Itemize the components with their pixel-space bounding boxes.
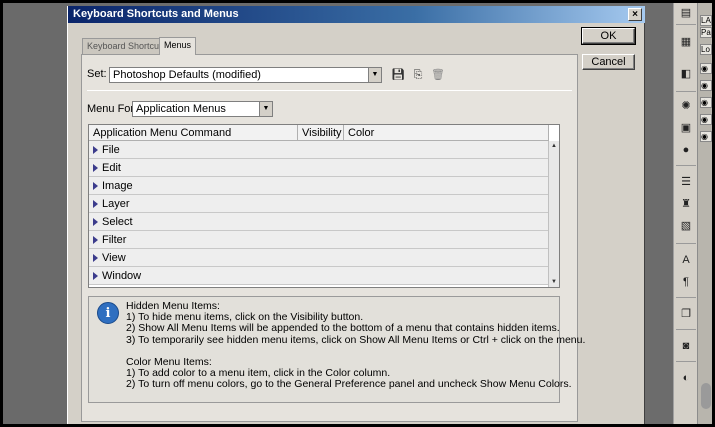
visibility-eye-icon[interactable]: ◉ xyxy=(700,80,712,91)
keyboard-shortcuts-dialog: Keyboard Shortcuts and Menus × Keyboard … xyxy=(67,6,645,427)
chevron-down-icon: ▼ xyxy=(368,68,381,82)
set-label: Set: xyxy=(87,68,107,80)
dialog-title: Keyboard Shortcuts and Menus xyxy=(73,8,239,20)
expand-triangle-icon[interactable] xyxy=(93,200,98,208)
info-box: i Hidden Menu Items: 1) To hide menu ite… xyxy=(88,296,585,403)
background-left xyxy=(3,3,67,424)
table-row[interactable]: View xyxy=(89,249,549,267)
menu-for-select-value: Application Menus xyxy=(136,103,226,115)
table-row[interactable]: Filter xyxy=(89,231,549,249)
paragraph-icon[interactable]: ¶ xyxy=(678,275,694,289)
table-row[interactable]: Image xyxy=(89,177,549,195)
panel-tab-label[interactable]: Lo xyxy=(700,44,712,55)
image-icon[interactable]: ▣ xyxy=(678,121,694,135)
adjustments-icon[interactable]: ✺ xyxy=(678,99,694,113)
menu-for-label: Menu For: xyxy=(87,103,138,115)
toolbar-divider xyxy=(676,243,696,244)
expand-triangle-icon[interactable] xyxy=(93,254,98,262)
table-row[interactable]: File xyxy=(89,141,549,159)
table-row[interactable]: Edit xyxy=(89,159,549,177)
panel-scrollbar[interactable] xyxy=(701,383,711,409)
toolbar-divider xyxy=(676,24,696,25)
tab-menus[interactable]: Menus xyxy=(159,37,197,55)
new-set-icon[interactable]: ⎘ xyxy=(411,68,425,82)
toolbar-divider xyxy=(676,165,696,166)
divider xyxy=(87,90,572,91)
panel-tab-label[interactable]: LA xyxy=(700,15,712,26)
expand-triangle-icon[interactable] xyxy=(93,272,98,280)
toolbar-divider xyxy=(676,361,696,362)
table-row[interactable]: Layer xyxy=(89,195,549,213)
visibility-eye-icon[interactable]: ◉ xyxy=(700,63,712,74)
expand-triangle-icon[interactable] xyxy=(93,236,98,244)
column-header-color[interactable]: Color xyxy=(344,125,549,141)
expand-triangle-icon[interactable] xyxy=(93,164,98,172)
toolbar-divider xyxy=(676,297,696,298)
close-button[interactable]: × xyxy=(628,8,642,21)
tool-presets-icon[interactable]: ▧ xyxy=(678,219,694,233)
navigator-icon[interactable]: ◐ xyxy=(678,371,694,385)
set-select-value: Photoshop Defaults (modified) xyxy=(113,69,261,81)
table-row[interactable]: Select xyxy=(89,213,549,231)
visibility-eye-icon[interactable]: ◉ xyxy=(700,114,712,125)
swatches-icon[interactable]: ◧ xyxy=(678,67,694,81)
menu-for-select[interactable]: Application Menus ▼ xyxy=(132,101,273,117)
chevron-down-icon: ▼ xyxy=(259,102,272,116)
expand-triangle-icon[interactable] xyxy=(93,218,98,226)
title-bar: Keyboard Shortcuts and Menus × xyxy=(68,6,645,23)
sliders-icon[interactable]: ☰ xyxy=(678,175,694,189)
save-set-icon[interactable]: 💾︎ xyxy=(391,68,405,82)
menu-commands-table: Application Menu Command Visibility Colo… xyxy=(88,124,560,288)
info-text: Hidden Menu Items: 1) To hide menu items… xyxy=(126,300,586,391)
camera-icon[interactable]: ◙ xyxy=(678,339,694,353)
set-select[interactable]: Photoshop Defaults (modified) ▼ xyxy=(109,67,382,83)
cancel-button[interactable]: Cancel xyxy=(582,54,635,70)
panel-tab-label[interactable]: Pa xyxy=(700,27,712,38)
background-right xyxy=(645,3,667,424)
panel-edge: LA Pa Lo ◉ ◉ ◉ ◉ ◉ xyxy=(697,3,712,424)
toolbar-divider xyxy=(676,91,696,92)
scroll-up-icon[interactable]: ▲ xyxy=(549,141,559,151)
table-row[interactable]: Window xyxy=(89,267,549,285)
scroll-down-icon[interactable]: ▼ xyxy=(549,277,559,287)
visibility-eye-icon[interactable]: ◉ xyxy=(700,131,712,142)
layers-icon[interactable]: ❐ xyxy=(678,307,694,321)
table-scrollbar[interactable]: ▲ ▼ xyxy=(548,141,559,287)
expand-triangle-icon[interactable] xyxy=(93,146,98,154)
delete-set-icon[interactable]: 🗑︎ xyxy=(431,68,445,82)
visibility-eye-icon[interactable]: ◉ xyxy=(700,97,712,108)
column-header-command[interactable]: Application Menu Command xyxy=(89,125,298,141)
brush-icon[interactable]: ▤ xyxy=(678,6,694,20)
tab-keyboard-shortcuts[interactable]: Keyboard Shortcuts xyxy=(82,38,172,54)
clone-icon[interactable]: ♜ xyxy=(678,197,694,211)
column-header-visibility[interactable]: Visibility xyxy=(298,125,344,141)
expand-triangle-icon[interactable] xyxy=(93,182,98,190)
info-icon: i xyxy=(97,302,119,324)
character-icon[interactable]: A xyxy=(678,253,694,267)
ok-button[interactable]: OK xyxy=(581,27,636,45)
toolbar-divider xyxy=(676,329,696,330)
document-icon[interactable]: ▦ xyxy=(678,35,694,49)
info-panel-icon[interactable]: ● xyxy=(678,143,694,157)
panel-toolbar: ▤ ▦ ◧ ✺ ▣ ● ☰ ♜ ▧ A ¶ ❐ ◙ ◐ xyxy=(673,3,697,424)
